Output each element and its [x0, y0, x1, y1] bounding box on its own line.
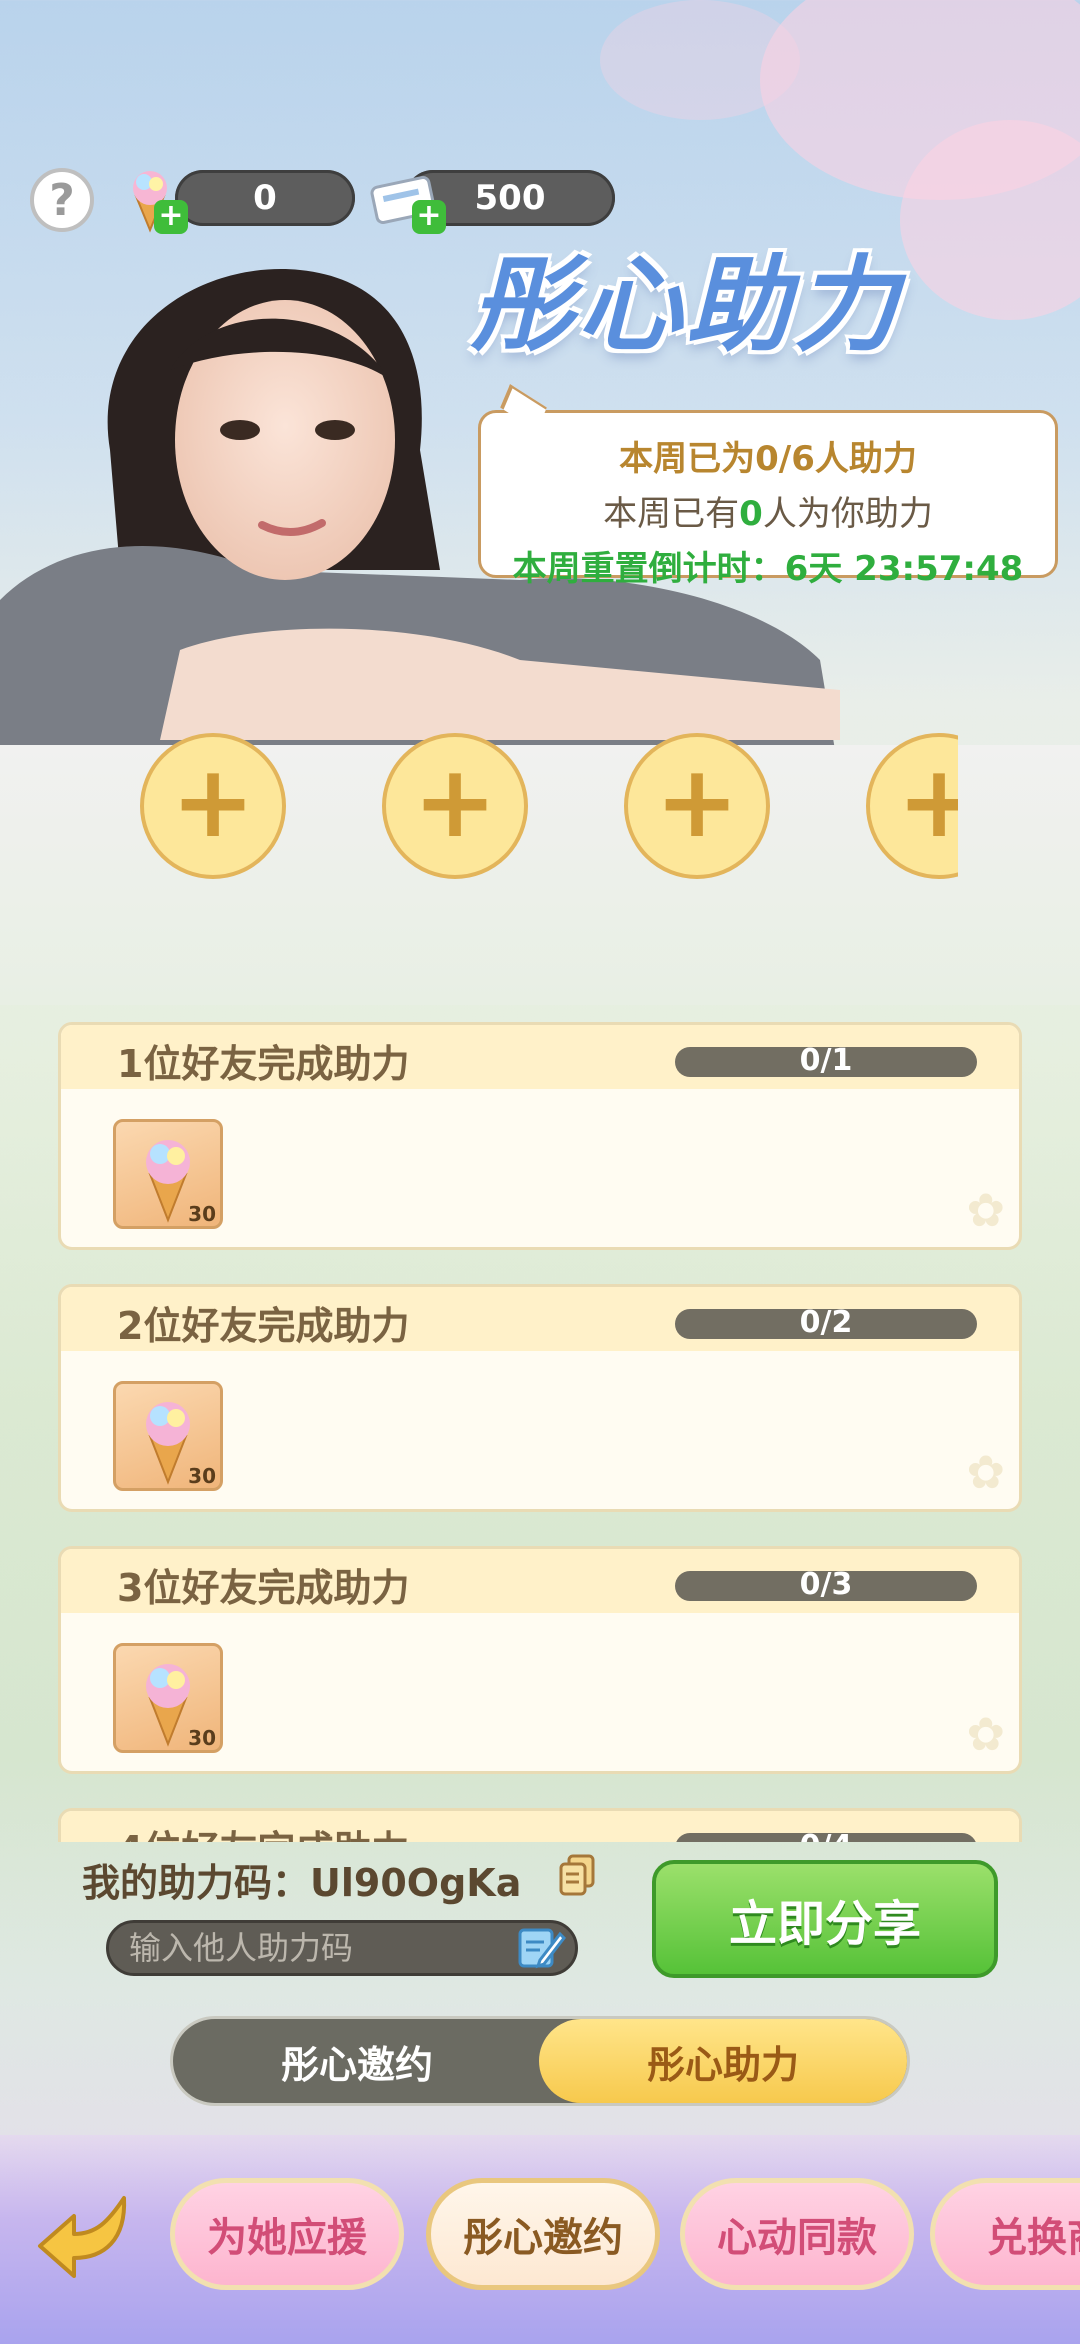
add-ice-cream-button[interactable]: + — [154, 200, 188, 234]
weekly-help-given: 本周已为0/6人助力 — [619, 439, 917, 479]
copy-icon[interactable] — [557, 1854, 597, 1898]
helper-slot-4-clip: + — [866, 733, 958, 879]
edit-icon[interactable] — [516, 1924, 566, 1972]
tab-invite[interactable]: 彤心邀约 — [173, 2019, 541, 2103]
reset-countdown: 本周重置倒计时：6天 23:57:48 — [512, 549, 1024, 589]
nav-invite[interactable]: 彤心邀约 — [426, 2178, 660, 2290]
task-card: 1位好友完成助力 0/1 30 ✿ — [58, 1022, 1022, 1250]
task-title: 1位好友完成助力 — [117, 1042, 410, 1086]
task-title: 3位好友完成助力 — [117, 1566, 410, 1610]
flower-decoration: ✿ — [966, 1445, 1005, 1499]
task-card: 4位好友完成助力 0/4 — [58, 1808, 1022, 1842]
my-help-code: 我的助力码：Ul90OgKa — [82, 1861, 522, 1905]
reward-item[interactable]: 30 — [113, 1643, 223, 1753]
mode-tabs: 彤心邀约 彤心助力 — [170, 2016, 910, 2106]
reward-item[interactable]: 30 — [113, 1381, 223, 1491]
help-icon: ? — [49, 174, 75, 226]
flower-decoration: ✿ — [966, 1707, 1005, 1761]
nav-exchange-clip: 兑换商 — [930, 2178, 1080, 2290]
help-code-input[interactable]: 输入他人助力码 — [106, 1920, 578, 1976]
help-button[interactable]: ? — [30, 168, 94, 232]
task-card: 3位好友完成助力 0/3 30 ✿ — [58, 1546, 1022, 1774]
helper-slot-1[interactable]: + — [140, 733, 286, 879]
back-arrow-icon[interactable] — [34, 2180, 144, 2290]
helper-slot-2[interactable]: + — [382, 733, 528, 879]
weekly-help-received: 本周已有0人为你助力 — [603, 494, 933, 534]
task-title: 4位好友完成助力 — [117, 1819, 409, 1842]
helper-slot-4[interactable]: + — [866, 733, 958, 879]
reward-item[interactable]: 30 — [113, 1119, 223, 1229]
nav-same-style[interactable]: 心动同款 — [680, 2178, 914, 2290]
task-progress-bar: 0/3 — [675, 1567, 977, 1602]
reward-task-list[interactable]: 1位好友完成助力 0/1 30 ✿ 2位好友完成助力 0/2 30 ✿ 3位好友… — [58, 1022, 1022, 1842]
helper-slot-3[interactable]: + — [624, 733, 770, 879]
task-card: 2位好友完成助力 0/2 30 ✿ — [58, 1284, 1022, 1512]
task-title: 2位好友完成助力 — [117, 1304, 410, 1348]
task-progress-bar: 0/4 — [675, 1829, 977, 1842]
ice-cream-resource: 0 — [175, 170, 355, 226]
nav-support-her[interactable]: 为她应援 — [170, 2178, 404, 2290]
task-progress-bar: 0/2 — [675, 1305, 977, 1340]
nav-exchange[interactable]: 兑换商 — [930, 2178, 1080, 2290]
tab-help[interactable]: 彤心助力 — [539, 2019, 907, 2103]
task-progress-bar: 0/1 — [675, 1043, 977, 1078]
add-ticket-button[interactable]: + — [412, 200, 446, 234]
status-bubble: 本周已为0/6人助力 本周已有0人为你助力 本周重置倒计时：6天 23:57:4… — [478, 410, 1058, 589]
flower-decoration: ✿ — [966, 1183, 1005, 1237]
share-now-button[interactable]: 立即分享 — [652, 1860, 998, 1978]
